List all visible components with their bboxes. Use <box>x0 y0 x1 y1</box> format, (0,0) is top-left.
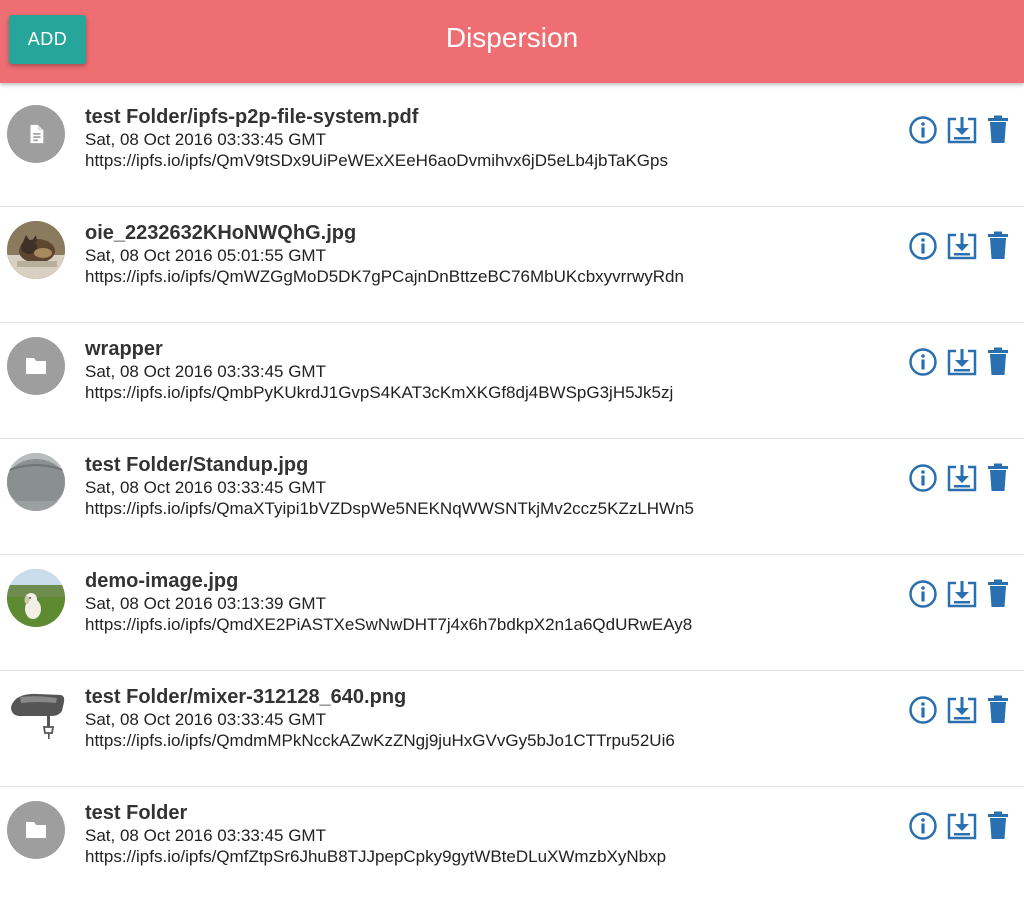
trash-icon[interactable] <box>986 579 1010 609</box>
mixer-thumbnail <box>7 685 65 743</box>
file-actions <box>908 695 1010 725</box>
folder-icon <box>7 801 65 859</box>
file-name: test Folder <box>85 802 188 824</box>
file-url[interactable]: https://ipfs.io/ipfs/QmWZGgMoD5DK7gPCajn… <box>85 266 874 287</box>
file-actions <box>908 347 1010 377</box>
file-name: demo-image.jpg <box>85 570 239 592</box>
file-name: test Folder/mixer-312128_640.png <box>85 686 407 708</box>
download-icon[interactable] <box>946 463 978 493</box>
file-name: test Folder/ipfs-p2p-file-system.pdf <box>85 106 419 128</box>
file-date: Sat, 08 Oct 2016 03:33:45 GMT <box>85 130 326 149</box>
app-header: ADD Dispersion <box>0 0 1024 83</box>
folder-icon <box>7 337 65 395</box>
file-actions <box>908 579 1010 609</box>
trash-icon[interactable] <box>986 811 1010 841</box>
trash-icon[interactable] <box>986 115 1010 145</box>
file-list-item[interactable]: test Folder/mixer-312128_640.png Sat, 08… <box>0 671 1024 787</box>
file-date: Sat, 08 Oct 2016 03:33:45 GMT <box>85 826 326 845</box>
file-actions <box>908 811 1010 841</box>
file-url[interactable]: https://ipfs.io/ipfs/QmfZtpSr6JhuB8TJJpe… <box>85 846 874 867</box>
trash-icon[interactable] <box>986 231 1010 261</box>
download-icon[interactable] <box>946 811 978 841</box>
download-icon[interactable] <box>946 231 978 261</box>
info-icon[interactable] <box>908 579 938 609</box>
file-url[interactable]: https://ipfs.io/ipfs/QmdmMPkNcckAZwKzZNg… <box>85 730 874 751</box>
download-icon[interactable] <box>946 579 978 609</box>
file-url[interactable]: https://ipfs.io/ipfs/QmbPyKUkrdJ1GvpS4KA… <box>85 382 874 403</box>
file-date: Sat, 08 Oct 2016 03:33:45 GMT <box>85 710 326 729</box>
file-date: Sat, 08 Oct 2016 03:33:45 GMT <box>85 362 326 381</box>
file-list-item[interactable]: wrapper Sat, 08 Oct 2016 03:33:45 GMT ht… <box>0 323 1024 439</box>
info-icon[interactable] <box>908 811 938 841</box>
file-actions <box>908 231 1010 261</box>
file-name: test Folder/Standup.jpg <box>85 454 309 476</box>
file-actions <box>908 115 1010 145</box>
file-list-item[interactable]: test Folder Sat, 08 Oct 2016 03:33:45 GM… <box>0 787 1024 902</box>
app-title: Dispersion <box>445 22 579 53</box>
file-list: test Folder/ipfs-p2p-file-system.pdf Sat… <box>0 91 1024 902</box>
trash-icon[interactable] <box>986 695 1010 725</box>
file-list-item[interactable]: test Folder/Standup.jpg Sat, 08 Oct 2016… <box>0 439 1024 555</box>
cat-thumbnail <box>7 221 65 279</box>
info-icon[interactable] <box>908 347 938 377</box>
file-actions <box>908 463 1010 493</box>
file-url[interactable]: https://ipfs.io/ipfs/QmdXE2PiASTXeSwNwDH… <box>85 614 874 635</box>
file-name: wrapper <box>85 338 163 360</box>
download-icon[interactable] <box>946 695 978 725</box>
info-icon[interactable] <box>908 115 938 145</box>
download-icon[interactable] <box>946 347 978 377</box>
file-list-item[interactable]: oie_2232632KHoNWQhG.jpg Sat, 08 Oct 2016… <box>0 207 1024 323</box>
info-icon[interactable] <box>908 695 938 725</box>
info-icon[interactable] <box>908 463 938 493</box>
standup-thumbnail <box>7 453 65 511</box>
info-icon[interactable] <box>908 231 938 261</box>
download-icon[interactable] <box>946 115 978 145</box>
file-date: Sat, 08 Oct 2016 03:13:39 GMT <box>85 594 326 613</box>
file-date: Sat, 08 Oct 2016 05:01:55 GMT <box>85 246 326 265</box>
file-list-item[interactable]: demo-image.jpg Sat, 08 Oct 2016 03:13:39… <box>0 555 1024 671</box>
trash-icon[interactable] <box>986 463 1010 493</box>
file-url[interactable]: https://ipfs.io/ipfs/QmaXTyipi1bVZDspWe5… <box>85 498 874 519</box>
dog-thumbnail <box>7 569 65 627</box>
file-url[interactable]: https://ipfs.io/ipfs/QmV9tSDx9UiPeWExXEe… <box>85 150 874 171</box>
file-date: Sat, 08 Oct 2016 03:33:45 GMT <box>85 478 326 497</box>
trash-icon[interactable] <box>986 347 1010 377</box>
document-icon <box>7 105 65 163</box>
file-list-item[interactable]: test Folder/ipfs-p2p-file-system.pdf Sat… <box>0 91 1024 207</box>
file-name: oie_2232632KHoNWQhG.jpg <box>85 222 357 244</box>
